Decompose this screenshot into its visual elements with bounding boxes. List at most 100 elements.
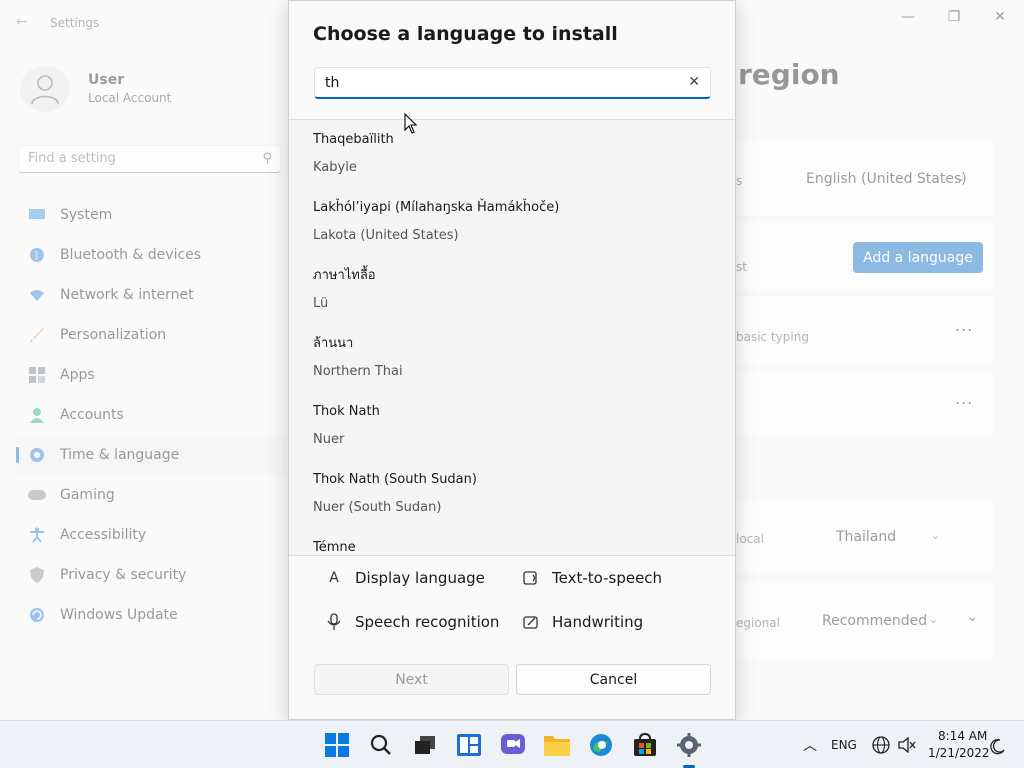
feature-speech-recognition: Speech recognition bbox=[325, 613, 499, 631]
language-native-name: Thok Nath (South Sudan) bbox=[313, 472, 477, 487]
user-profile[interactable]: User Local Account bbox=[20, 66, 280, 116]
widgets-icon[interactable] bbox=[454, 730, 484, 760]
display-language-dropdown[interactable]: English (United States) ⌄ bbox=[796, 163, 976, 195]
feature-label: Text-to-speech bbox=[552, 569, 663, 587]
gamepad-icon bbox=[28, 486, 46, 504]
apps-icon bbox=[28, 366, 46, 384]
search-icon[interactable] bbox=[366, 730, 396, 760]
user-avatar-icon bbox=[31, 75, 59, 105]
feature-label: Handwriting bbox=[552, 613, 644, 631]
sidebar-item-time-language[interactable]: Time & language bbox=[16, 435, 286, 475]
list-item[interactable]: Lakȟól’iyapi (Míla­haŋska Ȟamákȟoče) Lak… bbox=[313, 198, 713, 246]
back-arrow-icon[interactable]: ← bbox=[16, 14, 30, 30]
language-native-name: Thok Nath bbox=[313, 404, 380, 419]
clear-icon[interactable]: ✕ bbox=[688, 74, 700, 90]
app-title: Settings bbox=[50, 16, 100, 30]
language-english-name: Northern Thai bbox=[313, 364, 403, 379]
language-english-name: Nuer (South Sudan) bbox=[313, 500, 442, 515]
volume-muted-icon[interactable] bbox=[893, 730, 921, 760]
sidebar-item-network[interactable]: Network & internet bbox=[16, 275, 286, 315]
clock-date[interactable]: 1/21/2022 bbox=[928, 746, 990, 760]
sidebar-item-label: Bluetooth & devices bbox=[60, 247, 202, 263]
sidebar-item-label: Personalization bbox=[60, 327, 167, 343]
search-value: th bbox=[325, 75, 340, 91]
file-explorer-icon[interactable] bbox=[542, 730, 572, 760]
country-region-dropdown[interactable]: Thailand ⌄ bbox=[826, 521, 950, 553]
language-search-input[interactable]: th ✕ bbox=[314, 67, 711, 99]
mouse-cursor-icon bbox=[404, 113, 418, 134]
feature-handwriting: Handwriting bbox=[522, 613, 643, 631]
show-hidden-icons-icon[interactable]: ︿ bbox=[803, 735, 817, 755]
globe-clock-icon bbox=[28, 446, 46, 464]
sidebar-item-privacy[interactable]: Privacy & security bbox=[16, 555, 286, 595]
more-options-icon[interactable]: ... bbox=[955, 316, 973, 335]
dialog-title: Choose a language to install bbox=[313, 23, 618, 45]
sidebar-item-label: Accessibility bbox=[60, 527, 147, 543]
sidebar-item-label: Privacy & security bbox=[60, 567, 187, 583]
focus-assist-moon-icon[interactable] bbox=[985, 732, 1009, 762]
language-english-name: Kabyle bbox=[313, 160, 357, 175]
language-native-name: Thaqebaïlith bbox=[313, 132, 394, 147]
svg-text:ᛒ: ᛒ bbox=[34, 251, 40, 262]
language-english-name: Lü bbox=[313, 296, 329, 311]
sidebar-item-gaming[interactable]: Gaming bbox=[16, 475, 286, 515]
network-globe-icon[interactable] bbox=[867, 730, 895, 760]
search-placeholder: Find a setting bbox=[28, 151, 116, 166]
chat-icon[interactable] bbox=[498, 730, 528, 760]
input-language-indicator[interactable]: ENG bbox=[831, 738, 857, 752]
language-native-name: ล้านนา bbox=[313, 336, 354, 351]
feature-text-to-speech: Text-to-speech bbox=[522, 569, 662, 587]
sidebar-item-apps[interactable]: Apps bbox=[16, 355, 286, 395]
add-language-button[interactable]: Add a language bbox=[853, 242, 983, 273]
regional-format-value: Recommended bbox=[822, 613, 928, 629]
expand-chevron-icon[interactable]: ⌄ bbox=[967, 610, 979, 625]
taskbar: ︿ ENG 8:14 AM 1/21/2022 bbox=[0, 720, 1024, 768]
start-icon[interactable] bbox=[322, 730, 352, 760]
task-view-icon[interactable] bbox=[410, 730, 440, 760]
sidebar-item-accessibility[interactable]: Accessibility bbox=[16, 515, 286, 555]
sidebar-item-system[interactable]: System bbox=[16, 195, 286, 235]
user-name: User bbox=[88, 72, 125, 88]
cancel-button[interactable]: Cancel bbox=[516, 664, 711, 695]
sidebar-item-label: Apps bbox=[60, 367, 95, 383]
edge-icon[interactable] bbox=[586, 730, 616, 760]
shield-icon bbox=[28, 566, 46, 584]
sidebar-item-label: Time & language bbox=[60, 447, 180, 463]
next-button[interactable]: Next bbox=[314, 664, 509, 695]
account-type: Local Account bbox=[88, 91, 172, 105]
list-item[interactable]: Thaqebaïlith Kabyle bbox=[313, 130, 713, 178]
list-item[interactable]: Thok Nath (South Sudan) Nuer (South Suda… bbox=[313, 470, 713, 518]
bluetooth-icon: ᛒ bbox=[28, 246, 46, 264]
sidebar-item-personalization[interactable]: Personalization bbox=[16, 315, 286, 355]
settings-icon[interactable] bbox=[674, 730, 704, 760]
person-icon bbox=[28, 406, 46, 424]
language-list[interactable]: Thaqebaïlith Kabyle Lakȟól’iyapi (Míla­h… bbox=[289, 120, 735, 555]
chevron-down-icon: ⌄ bbox=[930, 529, 940, 542]
search-icon: ⚲ bbox=[262, 151, 272, 166]
more-options-icon[interactable]: ... bbox=[955, 389, 973, 408]
language-native-name: Témne bbox=[313, 540, 356, 555]
brush-icon bbox=[28, 326, 46, 344]
language-english-name: Lakota (United States) bbox=[313, 228, 459, 243]
chevron-down-icon: ⌄ bbox=[928, 613, 938, 626]
regional-format-dropdown[interactable]: Recommended ⌄ bbox=[812, 605, 948, 637]
sidebar-item-windows-update[interactable]: Windows Update bbox=[16, 595, 286, 635]
settings-search-input[interactable]: Find a setting ⚲ bbox=[18, 145, 281, 173]
feature-label: Display language bbox=[355, 569, 485, 587]
list-item[interactable]: Témne bbox=[313, 538, 713, 555]
list-item[interactable]: Thok Nath Nuer bbox=[313, 402, 713, 450]
display-language-icon: A bbox=[329, 570, 339, 586]
accessibility-icon bbox=[28, 526, 46, 544]
list-item[interactable]: ภาษาไทลื้อ Lü bbox=[313, 266, 713, 314]
sidebar-item-label: Gaming bbox=[60, 487, 115, 503]
store-icon[interactable] bbox=[630, 730, 660, 760]
minimize-button[interactable]: — bbox=[888, 6, 928, 28]
clock-time[interactable]: 8:14 AM bbox=[938, 729, 987, 743]
maximize-button[interactable]: ❐ bbox=[934, 6, 974, 28]
display-language-value: English (United States) bbox=[806, 171, 967, 187]
close-button[interactable]: ✕ bbox=[980, 6, 1020, 28]
list-item[interactable]: ล้านนา Northern Thai bbox=[313, 334, 713, 382]
sidebar-item-accounts[interactable]: Accounts bbox=[16, 395, 286, 435]
sidebar-item-bluetooth[interactable]: ᛒ Bluetooth & devices bbox=[16, 235, 286, 275]
divider bbox=[289, 555, 735, 556]
